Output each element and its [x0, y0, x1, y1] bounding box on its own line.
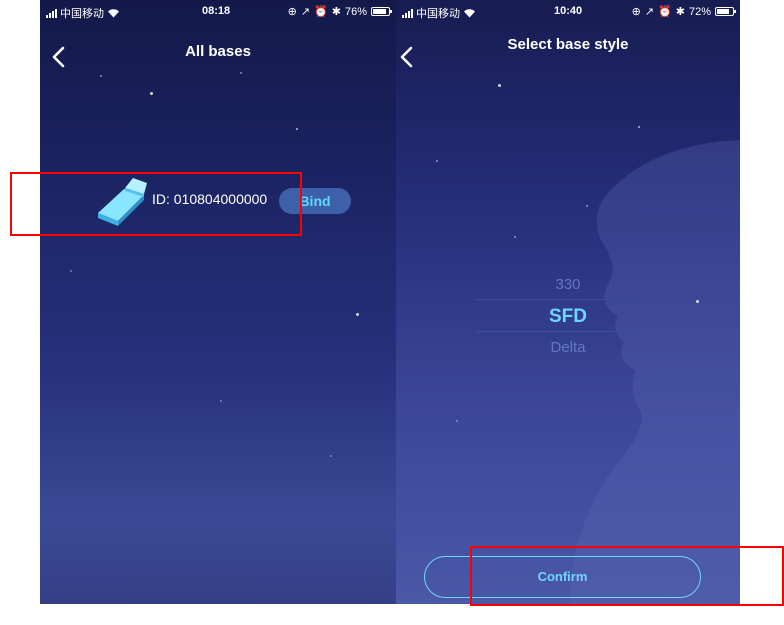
star [70, 270, 72, 272]
base-id-label: ID: 010804000000 [152, 191, 268, 207]
star [240, 72, 242, 74]
arrow-icon: ↗ [300, 6, 311, 18]
wifi-icon [464, 9, 475, 18]
picker-option[interactable]: Delta [396, 339, 740, 356]
status-bar: 中国移动 10:40 ⊕ ↗ ⏰ ✱ 72% [396, 0, 740, 24]
battery-icon [715, 7, 736, 16]
signal-bars-icon [402, 8, 413, 18]
confirm-button[interactable]: Confirm [424, 556, 701, 598]
status-time: 10:40 [554, 5, 583, 17]
star [696, 300, 699, 303]
base-list-item[interactable]: ID: 010804000000 Bind [94, 168, 354, 232]
star [356, 313, 359, 316]
status-time: 08:18 [202, 5, 231, 17]
carrier-label: 中国移动 [60, 8, 104, 20]
picker-selected-option[interactable]: SFD [396, 306, 740, 328]
alarm-icon: ⏰ [314, 6, 328, 18]
star [296, 128, 298, 130]
bind-button[interactable]: Bind [279, 188, 351, 214]
star [100, 75, 102, 77]
star [498, 84, 501, 87]
star [586, 205, 588, 207]
wifi-icon [108, 9, 119, 18]
picker-option[interactable]: 330 [396, 276, 740, 293]
page-title: Select base style [507, 36, 629, 53]
bluetooth-icon: ✱ [675, 6, 685, 18]
star [514, 236, 516, 238]
battery-percent: 72% [688, 5, 711, 18]
bluetooth-icon: ✱ [331, 6, 341, 18]
location-icon: ⊕ [287, 6, 297, 18]
carrier-label: 中国移动 [416, 8, 460, 20]
select-base-style-screen: 中国移动 10:40 ⊕ ↗ ⏰ ✱ 72% Select base style… [396, 0, 740, 604]
star [220, 400, 222, 402]
battery-percent: 76% [344, 5, 367, 18]
location-icon: ⊕ [631, 6, 641, 18]
star [150, 92, 153, 95]
alarm-icon: ⏰ [658, 6, 672, 18]
picker-divider [476, 331, 645, 332]
picker-divider [476, 299, 645, 300]
bed-icon [98, 178, 147, 226]
star [436, 160, 438, 162]
arrow-icon: ↗ [644, 6, 655, 18]
head-silhouette-image [570, 140, 740, 604]
signal-bars-icon [46, 8, 57, 18]
star [330, 455, 332, 457]
star [456, 420, 458, 422]
star [638, 126, 640, 128]
battery-icon [371, 7, 392, 16]
page-title: All bases [185, 43, 251, 60]
all-bases-screen: 中国移动 08:18 ⊕ ↗ ⏰ ✱ 76% All bases ID: 010… [40, 0, 396, 604]
status-bar: 中国移动 08:18 ⊕ ↗ ⏰ ✱ 76% [40, 0, 396, 24]
